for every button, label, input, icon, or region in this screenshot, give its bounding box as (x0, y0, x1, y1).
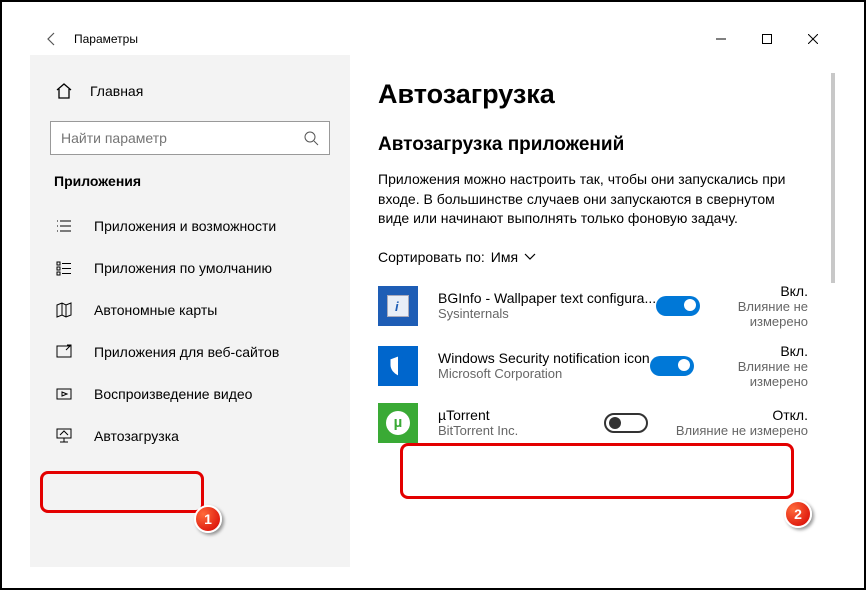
website-icon (54, 343, 74, 361)
sidebar-item-label: Автономные карты (94, 302, 217, 318)
titlebar: Параметры (30, 23, 836, 55)
app-name: BGInfo - Wallpaper text configura... (438, 290, 656, 306)
list-icon (54, 217, 74, 235)
close-button[interactable] (790, 23, 836, 55)
section-heading: Приложения (30, 173, 350, 205)
app-name: µTorrent (438, 407, 604, 423)
sort-dropdown[interactable]: Сортировать по: Имя (378, 249, 826, 265)
app-publisher: Sysinternals (438, 306, 656, 321)
sidebar-item-default-apps[interactable]: Приложения по умолчанию (30, 247, 350, 289)
app-icon-security (378, 346, 418, 386)
app-state: Вкл. (704, 343, 808, 359)
app-icon-bginfo: i (378, 286, 418, 326)
sort-value: Имя (491, 249, 518, 265)
sidebar-item-offline-maps[interactable]: Автономные карты (30, 289, 350, 331)
section-title: Автозагрузка приложений (378, 134, 826, 156)
app-icon-utorrent: µ (378, 403, 418, 443)
settings-window: Параметры Главная Приложения (30, 23, 836, 567)
startup-app-row: i BGInfo - Wallpaper text configura... S… (378, 283, 826, 329)
startup-app-row: Windows Security notification icon Micro… (378, 343, 826, 389)
main-content: Автозагрузка Автозагрузка приложений При… (350, 55, 836, 567)
startup-toggle[interactable] (650, 356, 694, 376)
sidebar-item-label: Приложения по умолчанию (94, 260, 272, 276)
search-input[interactable] (50, 121, 330, 155)
video-icon (54, 385, 74, 403)
back-button[interactable] (30, 31, 74, 47)
app-impact: Влияние не измерено (658, 423, 808, 438)
sidebar-item-label: Приложения и возможности (94, 218, 276, 234)
search-icon (303, 130, 319, 146)
page-title: Автозагрузка (378, 79, 826, 110)
search-field[interactable] (61, 130, 303, 146)
map-icon (54, 301, 74, 319)
chevron-down-icon (524, 253, 536, 261)
app-name: Windows Security notification icon (438, 350, 650, 366)
sidebar-item-label: Воспроизведение видео (94, 386, 252, 402)
home-label: Главная (90, 83, 143, 99)
home-link[interactable]: Главная (30, 73, 350, 109)
startup-toggle[interactable] (656, 296, 700, 316)
app-publisher: BitTorrent Inc. (438, 423, 604, 438)
startup-toggle[interactable] (604, 413, 648, 433)
app-publisher: Microsoft Corporation (438, 366, 650, 381)
sidebar-item-startup[interactable]: Автозагрузка (30, 415, 350, 457)
app-impact: Влияние не измерено (710, 299, 808, 329)
sidebar: Главная Приложения Приложения и возможно… (30, 55, 350, 567)
maximize-button[interactable] (744, 23, 790, 55)
annotation-highlight-1 (40, 471, 204, 513)
app-impact: Влияние не измерено (704, 359, 808, 389)
startup-app-row: µ µTorrent BitTorrent Inc. Откл. Влияние… (378, 403, 826, 443)
sort-label: Сортировать по: (378, 249, 485, 265)
defaults-icon (54, 259, 74, 277)
app-state: Откл. (658, 407, 808, 423)
home-icon (54, 82, 74, 100)
minimize-button[interactable] (698, 23, 744, 55)
sidebar-item-label: Автозагрузка (94, 428, 179, 444)
annotation-badge-1: 1 (194, 505, 222, 533)
sidebar-item-video-playback[interactable]: Воспроизведение видео (30, 373, 350, 415)
startup-icon (54, 427, 74, 445)
app-state: Вкл. (710, 283, 808, 299)
sidebar-item-label: Приложения для веб-сайтов (94, 344, 279, 360)
scrollbar[interactable] (830, 73, 836, 567)
section-description: Приложения можно настроить так, чтобы он… (378, 170, 808, 229)
sidebar-item-apps-websites[interactable]: Приложения для веб-сайтов (30, 331, 350, 373)
annotation-badge-2: 2 (784, 500, 812, 528)
window-title: Параметры (74, 32, 138, 46)
sidebar-item-apps-features[interactable]: Приложения и возможности (30, 205, 350, 247)
